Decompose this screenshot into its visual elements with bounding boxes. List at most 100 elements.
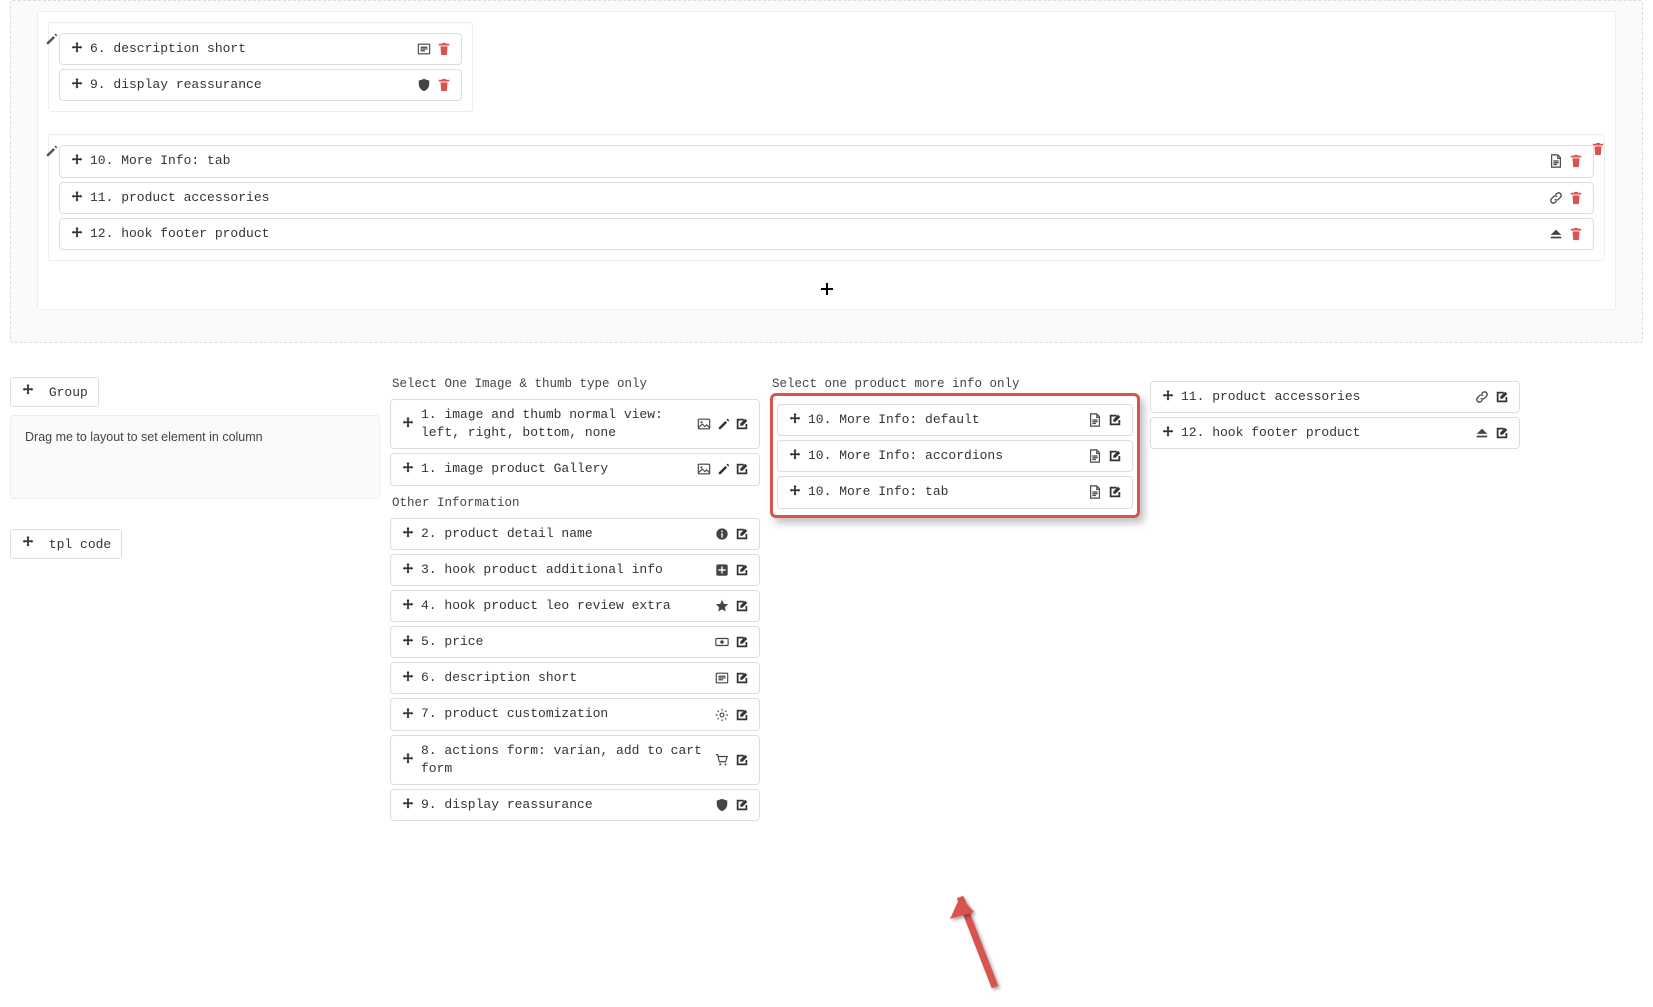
move-icon[interactable] xyxy=(1161,426,1175,440)
move-icon[interactable] xyxy=(1161,390,1175,404)
palette-col-group: Group Drag me to layout to set element i… xyxy=(10,377,380,559)
layout-block-wide[interactable]: 10. More Info: tab 11. product accessori… xyxy=(48,134,1605,261)
edit-icon[interactable] xyxy=(735,462,749,476)
trash-icon[interactable] xyxy=(437,78,451,92)
edit-icon[interactable] xyxy=(735,635,749,649)
pencil-icon[interactable] xyxy=(45,144,59,158)
link-icon xyxy=(1475,390,1489,404)
move-icon[interactable] xyxy=(401,671,415,685)
trash-icon[interactable] xyxy=(1569,227,1583,241)
edit-icon[interactable] xyxy=(735,753,749,767)
move-icon[interactable] xyxy=(401,798,415,812)
element-label: 7. product customization xyxy=(421,705,709,723)
move-icon[interactable] xyxy=(788,413,802,427)
move-icon[interactable] xyxy=(788,449,802,463)
element-row[interactable]: 10. More Info: accordions xyxy=(777,440,1133,472)
move-icon[interactable] xyxy=(70,227,84,241)
edit-icon[interactable] xyxy=(1495,426,1509,440)
element-row[interactable]: 3. hook product additional info xyxy=(390,554,760,586)
element-label: 9. display reassurance xyxy=(421,796,709,814)
element-row[interactable]: 12. hook footer product xyxy=(59,218,1594,250)
edit-icon[interactable] xyxy=(735,708,749,722)
section-title: Select one product more info only xyxy=(772,377,1140,391)
eject-icon xyxy=(1475,426,1489,440)
palette-col-extras: 11. product accessories 12. hook footer … xyxy=(1150,377,1520,449)
edit-icon[interactable] xyxy=(735,563,749,577)
element-label: 10. More Info: accordions xyxy=(808,447,1082,465)
edit-icon[interactable] xyxy=(1108,449,1122,463)
group-draggable[interactable]: Group xyxy=(10,377,99,407)
move-icon[interactable] xyxy=(70,42,84,56)
element-row[interactable]: 4. hook product leo review extra xyxy=(390,590,760,622)
layout-block-short[interactable]: 6. description short 9. display reassura… xyxy=(48,22,473,112)
move-icon[interactable] xyxy=(401,527,415,541)
element-row[interactable]: 11. product accessories xyxy=(1150,381,1520,413)
move-icon[interactable] xyxy=(70,191,84,205)
edit-icon[interactable] xyxy=(735,599,749,613)
edit-icon[interactable] xyxy=(735,527,749,541)
pencil-icon[interactable] xyxy=(717,417,731,431)
element-row[interactable]: 8. actions form: varian, add to cart for… xyxy=(390,735,760,785)
element-label: 2. product detail name xyxy=(421,525,709,543)
element-row[interactable]: 10. More Info: tab xyxy=(777,476,1133,508)
drag-hint-text: Drag me to layout to set element in colu… xyxy=(10,415,380,499)
pencil-icon[interactable] xyxy=(717,462,731,476)
element-row[interactable]: 11. product accessories xyxy=(59,182,1594,214)
eject-icon xyxy=(1549,227,1563,241)
section-title: Select One Image & thumb type only xyxy=(392,377,760,391)
move-icon[interactable] xyxy=(401,753,415,767)
element-row[interactable]: 12. hook footer product xyxy=(1150,417,1520,449)
palette-col-moreinfo: Select one product more info only 10. Mo… xyxy=(770,377,1140,518)
gear-outline-icon xyxy=(715,708,729,722)
element-row[interactable]: 10. More Info: tab xyxy=(59,145,1594,177)
group-label: Group xyxy=(49,385,88,400)
money-icon xyxy=(715,635,729,649)
layout-dropzone[interactable]: 6. description short 9. display reassura… xyxy=(10,0,1643,343)
element-row[interactable]: 6. description short xyxy=(390,662,760,694)
trash-icon[interactable] xyxy=(1569,154,1583,168)
element-row[interactable]: 9. display reassurance xyxy=(59,69,462,101)
element-label: 12. hook footer product xyxy=(1181,424,1469,442)
move-icon[interactable] xyxy=(401,563,415,577)
image-icon xyxy=(697,462,711,476)
edit-icon[interactable] xyxy=(1495,390,1509,404)
element-label: 10. More Info: tab xyxy=(90,152,1543,170)
element-row[interactable]: 6. description short xyxy=(59,33,462,65)
move-icon[interactable] xyxy=(401,462,415,476)
element-row[interactable]: 7. product customization xyxy=(390,698,760,730)
move-icon[interactable] xyxy=(21,384,35,398)
element-label: 4. hook product leo review extra xyxy=(421,597,709,615)
element-label: 10. More Info: tab xyxy=(808,483,1082,501)
move-icon[interactable] xyxy=(70,154,84,168)
cart-icon xyxy=(715,753,729,767)
trash-icon[interactable] xyxy=(1569,191,1583,205)
elements-palette: Group Drag me to layout to set element i… xyxy=(10,377,1643,821)
element-row[interactable]: 5. price xyxy=(390,626,760,658)
element-label: 10. More Info: default xyxy=(808,411,1082,429)
pencil-icon[interactable] xyxy=(45,32,59,46)
move-icon[interactable] xyxy=(21,536,35,550)
edit-icon[interactable] xyxy=(1108,413,1122,427)
element-row[interactable]: 1. image product Gallery xyxy=(390,453,760,485)
move-icon[interactable] xyxy=(401,417,415,431)
edit-icon[interactable] xyxy=(735,671,749,685)
move-icon[interactable] xyxy=(401,635,415,649)
move-icon[interactable] xyxy=(401,599,415,613)
element-label: 11. product accessories xyxy=(1181,388,1469,406)
shield-icon xyxy=(417,78,431,92)
tpl-code-draggable[interactable]: tpl code xyxy=(10,529,122,559)
link-icon xyxy=(1549,191,1563,205)
edit-icon[interactable] xyxy=(1108,485,1122,499)
element-row[interactable]: 9. display reassurance xyxy=(390,789,760,821)
add-block-button[interactable] xyxy=(48,275,1605,299)
element-row[interactable]: 1. image and thumb normal view: left, ri… xyxy=(390,399,760,449)
edit-icon[interactable] xyxy=(735,798,749,812)
element-row[interactable]: 10. More Info: default xyxy=(777,404,1133,436)
element-row[interactable]: 2. product detail name xyxy=(390,518,760,550)
move-icon[interactable] xyxy=(401,708,415,722)
edit-icon[interactable] xyxy=(735,417,749,431)
move-icon[interactable] xyxy=(70,78,84,92)
tpl-label: tpl code xyxy=(49,537,111,552)
trash-icon[interactable] xyxy=(437,42,451,56)
move-icon[interactable] xyxy=(788,485,802,499)
